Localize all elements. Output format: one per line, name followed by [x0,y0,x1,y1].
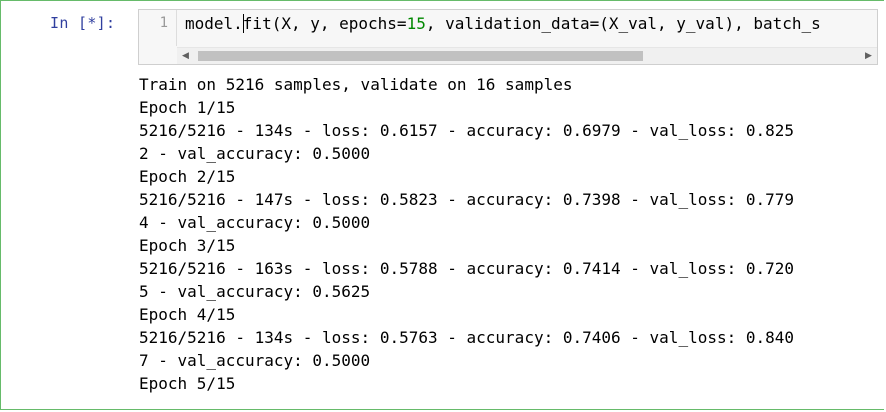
output-line: 5216/5216 - 134s - loss: 0.6157 - accura… [139,121,795,140]
output-line: Epoch 2/15 [139,167,236,186]
code-number-literal: 15 [406,14,426,33]
code-line[interactable]: model.fit(X, y, epochs=15, validation_da… [185,14,821,33]
output-line: 5216/5216 - 163s - loss: 0.5788 - accura… [139,259,795,278]
output-line: Epoch 1/15 [139,98,236,117]
code-editor[interactable]: 1 model.fit(X, y, epochs=15, validation_… [138,9,878,65]
output-line: 5216/5216 - 134s - loss: 0.5763 - accura… [139,328,795,347]
output-line: Epoch 3/15 [139,236,236,255]
output-line: 5216/5216 - 147s - loss: 0.5823 - accura… [139,190,795,209]
horizontal-scrollbar[interactable]: ◀ ▶ [177,47,877,64]
scroll-left-arrow-icon[interactable]: ◀ [177,48,194,64]
output-line: 2 - val_accuracy: 0.5000 [139,144,371,163]
output-line: 7 - val_accuracy: 0.5000 [139,351,371,370]
cell-output: Train on 5216 samples, validate on 16 sa… [139,73,794,395]
code-text-call: fit(X, y, epochs= [242,14,407,33]
output-line: 5 - val_accuracy: 0.5625 [139,282,371,301]
code-text-rest: , validation_data=(X_val, y_val), batch_… [425,14,821,33]
output-line: Train on 5216 samples, validate on 16 sa… [139,75,573,94]
output-line: Epoch 4/15 [139,305,236,324]
input-prompt: In [*]: [50,14,116,32]
output-line: 4 - val_accuracy: 0.5000 [139,213,371,232]
output-line: Epoch 5/15 [139,374,236,393]
code-text-start: model. [185,14,243,33]
notebook-cell[interactable]: In [*]: 1 model.fit(X, y, epochs=15, val… [0,0,884,410]
line-number: 1 [159,15,168,31]
scrollbar-thumb[interactable] [198,51,643,61]
line-gutter: 1 [139,10,177,46]
scroll-right-arrow-icon[interactable]: ▶ [860,48,877,64]
